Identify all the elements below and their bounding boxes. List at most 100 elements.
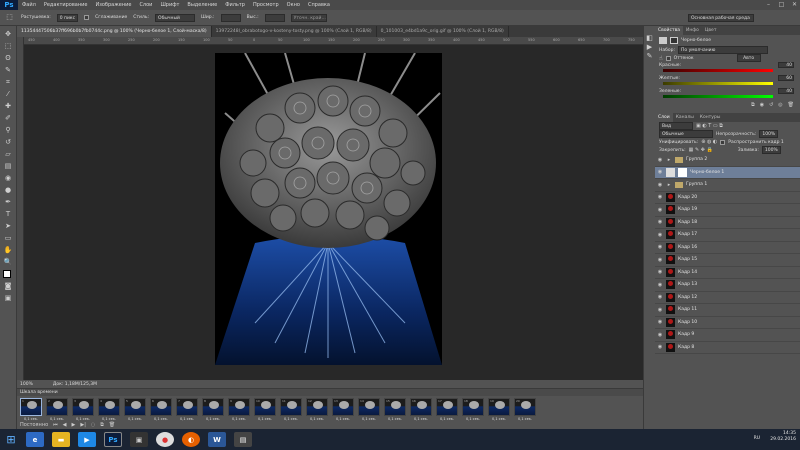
menu-item[interactable]: Изображение (95, 2, 131, 8)
timeline-frame[interactable]: 12 0,1 сек. (305, 398, 329, 421)
style-select[interactable]: Обычный (155, 13, 196, 22)
menu-item[interactable]: Файл (22, 2, 36, 8)
layer-kind-select[interactable]: Вид (659, 122, 693, 130)
feather-input[interactable]: 0 пикс (56, 13, 79, 22)
video-app-icon[interactable]: ▣ (130, 432, 148, 447)
maximize-icon[interactable]: □ (778, 1, 785, 8)
frame-delay[interactable]: 0,1 сек. (466, 417, 480, 421)
prev-frame-icon[interactable]: ◀ (63, 422, 67, 428)
auto-button[interactable]: Авто (736, 54, 761, 62)
frame-thumbnail[interactable]: 17 (436, 398, 458, 416)
timeline-frame[interactable]: 13 0,1 сек. (331, 398, 355, 421)
blend-mode-select[interactable]: Обычные (659, 130, 713, 138)
quick-mask-icon[interactable]: ◙ (3, 282, 14, 291)
move-tool-icon[interactable]: ✥ (3, 30, 14, 39)
document-tab[interactable]: 11354447506b37ff696b0b7fb0744c.png @ 100… (17, 26, 212, 37)
eye-icon[interactable]: ◉ (657, 319, 663, 325)
timeline-frame[interactable]: 16 0,1 сек. (409, 398, 433, 421)
eye-icon[interactable]: ◉ (657, 157, 663, 163)
antialias-checkbox[interactable] (84, 15, 90, 20)
timeline-frame[interactable]: 17 0,1 сек. (435, 398, 459, 421)
frame-delay[interactable]: 0,1 сек. (154, 417, 168, 421)
frame-delay[interactable]: 0,1 сек. (388, 417, 402, 421)
top-ruler[interactable]: 450 400 350 300 250 200 150 100 50 0 50 100 150 200 25… (24, 37, 643, 45)
timeline-frame[interactable]: 5 0,1 сек. (123, 398, 147, 421)
layers-tab[interactable]: Каналы (673, 113, 697, 122)
layer-row[interactable]: ◉ Кадр 14 (655, 267, 800, 279)
delete-frame-icon[interactable]: 🗑 (109, 422, 115, 428)
duplicate-frame-icon[interactable]: ⧉ (100, 422, 104, 428)
layer-row[interactable]: ◉ Кадр 12 (655, 292, 800, 304)
layer-row[interactable]: ◉ Кадр 11 (655, 304, 800, 317)
type-tool-icon[interactable]: T (3, 210, 14, 219)
fill-input[interactable]: 100% (761, 146, 781, 154)
frame-thumbnail[interactable]: 3 (72, 398, 94, 416)
frame-delay[interactable]: 0,1 сек. (440, 417, 454, 421)
slider-value[interactable]: 40 (778, 88, 794, 94)
visibility-icon[interactable]: ◎ (778, 102, 782, 108)
timeline-frame[interactable]: 10 0,1 сек. (253, 398, 277, 421)
timeline-frame[interactable]: 11 0,1 сек. (279, 398, 303, 421)
photoshop-taskbar-icon[interactable]: Ps (104, 432, 122, 447)
frame-thumbnail[interactable]: 9 (228, 398, 250, 416)
timeline-frame[interactable]: 4 0,1 сек. (97, 398, 121, 421)
eye-icon[interactable]: ◉ (657, 182, 663, 188)
marquee-tool-icon[interactable]: ⬚ (3, 42, 14, 51)
frame-thumbnail[interactable]: 11 (280, 398, 302, 416)
frame-delay[interactable]: 0,1 сек. (414, 417, 428, 421)
frame-delay[interactable]: 0,1 сек. (180, 417, 194, 421)
properties-tab[interactable]: Цвет (702, 26, 720, 35)
path-select-tool-icon[interactable]: ➤ (3, 222, 14, 231)
word-icon[interactable]: W (208, 432, 226, 447)
properties-tab[interactable]: Свойства (655, 26, 683, 35)
hand-tool-icon[interactable]: ✋ (3, 246, 14, 255)
eye-icon[interactable]: ◉ (657, 307, 663, 313)
frame-thumbnail[interactable]: 16 (410, 398, 432, 416)
frame-delay[interactable]: 0,1 сек. (76, 417, 90, 421)
slider-track[interactable] (663, 69, 773, 72)
dodge-tool-icon[interactable]: ● (3, 186, 14, 195)
frame-delay[interactable]: 0,1 сек. (492, 417, 506, 421)
history-panel-icon[interactable]: ◧ (644, 34, 655, 43)
layer-row[interactable]: ◉ ▸ Группа 2 (655, 154, 800, 167)
frame-delay[interactable]: 0,1 сек. (258, 417, 272, 421)
eyedropper-tool-icon[interactable]: ⁄ (3, 90, 14, 99)
timeline-frame[interactable]: 8 0,1 сек. (201, 398, 225, 421)
timeline-frame[interactable]: 20 0,1 сек. (513, 398, 537, 421)
document-tab[interactable]: 13972248l_obrabotogo-v-kosteny-tosty.png… (212, 26, 377, 37)
layer-row[interactable]: ◉ Кадр 17 (655, 229, 800, 242)
frame-thumbnail[interactable]: 13 (332, 398, 354, 416)
layer-row[interactable]: ◉ Кадр 9 (655, 329, 800, 342)
gradient-tool-icon[interactable]: ▤ (3, 162, 14, 171)
frame-thumbnail[interactable]: 10 (254, 398, 276, 416)
eye-icon[interactable]: ◉ (657, 244, 663, 250)
tint-checkbox[interactable] (665, 55, 671, 61)
refine-edge-button[interactable]: Уточн. край... (290, 13, 327, 22)
height-input[interactable] (264, 13, 285, 22)
clip-icon[interactable]: ⧉ (751, 102, 755, 108)
frame-thumbnail[interactable]: 12 (306, 398, 328, 416)
eye-icon[interactable]: ◉ (657, 344, 663, 350)
eye-icon[interactable]: ◉ (657, 194, 663, 200)
brush-tool-icon[interactable]: ✐ (3, 114, 14, 123)
slider-value[interactable]: 40 (778, 62, 794, 68)
timeline-frame[interactable]: 14 0,1 сек. (357, 398, 381, 421)
quick-select-tool-icon[interactable]: ✎ (3, 66, 14, 75)
menu-item[interactable]: Шрифт (160, 2, 179, 8)
frame-delay[interactable]: 0,1 сек. (518, 417, 532, 421)
frame-thumbnail[interactable]: 7 (176, 398, 198, 416)
layer-row[interactable]: ◉ Кадр 20 (655, 192, 800, 204)
menu-item[interactable]: Окно (287, 2, 300, 8)
view-previous-icon[interactable]: ◉ (760, 102, 764, 108)
frame-thumbnail[interactable]: 14 (358, 398, 380, 416)
chrome-icon[interactable]: ● (156, 432, 174, 447)
document-tab[interactable]: 0_101003_e4bd1a9c_orig.gif @ 100% (Слой … (377, 26, 509, 37)
frame-thumbnail[interactable]: 15 (384, 398, 406, 416)
eye-icon[interactable]: ◉ (657, 232, 663, 238)
layer-row[interactable]: ◉ Кадр 8 (655, 342, 800, 354)
document-size[interactable]: Док: 1,18М/125,3М (53, 382, 97, 387)
slider-track[interactable] (663, 95, 773, 98)
eye-icon[interactable]: ◉ (657, 207, 663, 213)
menu-item[interactable]: Просмотр (253, 2, 279, 8)
stamp-tool-icon[interactable]: ⚲ (3, 126, 14, 135)
